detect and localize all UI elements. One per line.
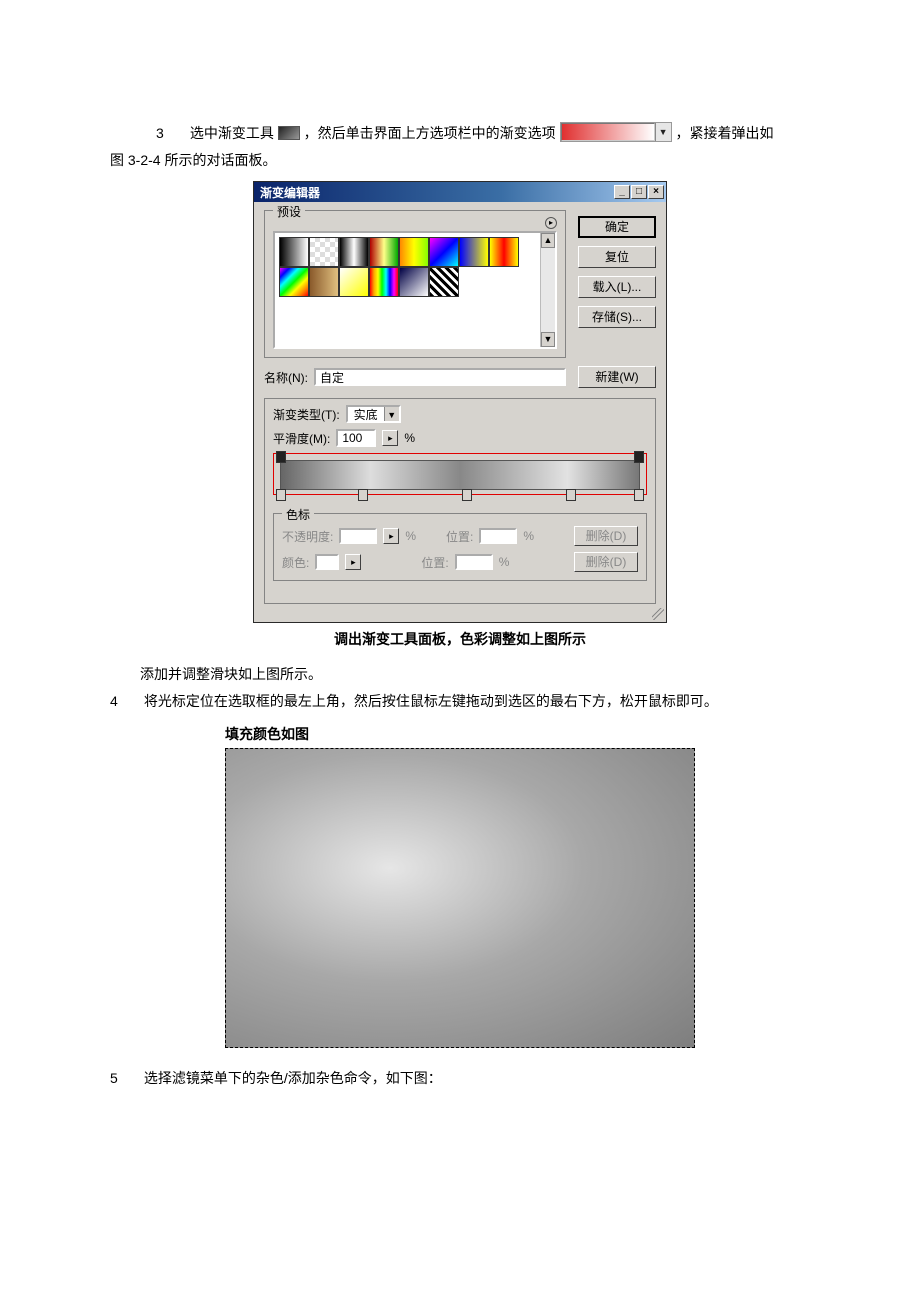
step-3-text-b: ，然后单击界面上方选项栏中的渐变选项 <box>304 125 556 141</box>
preset-swatch[interactable] <box>339 237 369 267</box>
delete-color-stop-button[interactable]: 删除(D) <box>574 552 638 572</box>
position-label-1: 位置: <box>446 528 473 545</box>
resize-grip-icon[interactable] <box>652 608 664 620</box>
preset-swatch[interactable] <box>399 267 429 297</box>
opacity-stepper-icon[interactable]: ▸ <box>383 528 399 544</box>
step-5-text: 选择滤镜菜单下的杂色/添加杂色命令，如下图： <box>144 1070 442 1086</box>
figure-caption-1: 调出渐变工具面板，色彩调整如上图所示 <box>110 629 810 649</box>
color-stop[interactable] <box>276 489 286 501</box>
presets-scrollbar[interactable]: ▲ ▼ <box>540 233 555 347</box>
opacity-stop[interactable] <box>276 451 286 463</box>
new-button[interactable]: 新建(W) <box>578 366 656 388</box>
gradient-type-select[interactable]: 实底 ▼ <box>346 405 401 423</box>
preset-swatch[interactable] <box>279 267 309 297</box>
step-4-paragraph: 4 将光标定位在选取框的最左上角，然后按住鼠标左键拖动到选区的最右下方，松开鼠标… <box>110 688 810 715</box>
load-button[interactable]: 载入(L)... <box>578 276 656 298</box>
gradient-ramp[interactable] <box>280 460 640 490</box>
save-button[interactable]: 存储(S)... <box>578 306 656 328</box>
gradient-type-label: 渐变类型(T): <box>273 406 340 423</box>
color-stop[interactable] <box>634 489 644 501</box>
preset-swatch[interactable] <box>429 237 459 267</box>
filled-selection-figure <box>225 748 695 1048</box>
name-label: 名称(N): <box>264 369 308 386</box>
preset-swatch[interactable] <box>489 237 519 267</box>
smoothness-label: 平滑度(M): <box>273 430 330 447</box>
preset-swatch[interactable] <box>309 267 339 297</box>
delete-opacity-stop-button[interactable]: 删除(D) <box>574 526 638 546</box>
fill-figure-title: 填充颜色如图 <box>225 724 695 744</box>
opacity-position-input[interactable] <box>479 528 517 544</box>
step-3-text-c: ，紧接着弹出如 <box>675 125 773 141</box>
gradient-option-swatch[interactable]: ▼ <box>560 122 672 142</box>
minimize-button[interactable]: _ <box>614 185 630 199</box>
smoothness-stepper-icon[interactable]: ▸ <box>382 430 398 446</box>
presets-legend: 预设 <box>273 203 305 220</box>
preset-swatch[interactable] <box>309 237 339 267</box>
step-3-number: 3 <box>156 120 186 147</box>
preset-swatch[interactable] <box>369 267 399 297</box>
preset-swatch[interactable] <box>429 267 459 297</box>
scroll-up-icon[interactable]: ▲ <box>541 233 555 248</box>
color-stop[interactable] <box>566 489 576 501</box>
ok-button[interactable]: 确定 <box>578 216 656 238</box>
color-stop[interactable] <box>358 489 368 501</box>
smoothness-unit: % <box>404 431 415 445</box>
color-picker-icon[interactable]: ▸ <box>345 554 361 570</box>
gradient-name-input[interactable] <box>314 368 566 386</box>
step-5-paragraph: 5 选择滤镜菜单下的杂色/添加杂色命令，如下图： <box>110 1065 810 1092</box>
close-button[interactable]: × <box>648 185 664 199</box>
step-3-line2: 图 3-2-4 所示的对话面板。 <box>110 147 810 174</box>
maximize-button[interactable]: □ <box>631 185 647 199</box>
preset-swatch[interactable] <box>279 237 309 267</box>
stops-legend: 色标 <box>282 506 314 523</box>
color-swatch-input[interactable] <box>315 554 339 570</box>
dialog-titlebar[interactable]: 渐变编辑器 _ □ × <box>254 182 666 202</box>
step-5-number: 5 <box>110 1065 140 1092</box>
reset-button[interactable]: 复位 <box>578 246 656 268</box>
presets-flyout-icon[interactable]: ▸ <box>545 217 557 229</box>
chevron-down-icon[interactable]: ▼ <box>384 407 399 421</box>
gradient-ramp-editor[interactable] <box>273 453 647 495</box>
gradient-preview-icon <box>561 123 655 141</box>
step-3-text-a: 选中渐变工具 <box>190 125 274 141</box>
after-caption-text: 添加并调整滑块如上图所示。 <box>110 661 810 688</box>
gradient-editor-dialog: 渐变编辑器 _ □ × 确定 复位 载入(L)... 存储(S)... <box>253 181 667 623</box>
position-label-2: 位置: <box>421 554 448 571</box>
dialog-title: 渐变编辑器 <box>260 184 320 201</box>
preset-swatch[interactable] <box>339 267 369 297</box>
step-4-number: 4 <box>110 688 140 715</box>
color-stop[interactable] <box>462 489 472 501</box>
opacity-input[interactable] <box>339 528 377 544</box>
step-4-text: 将光标定位在选取框的最左上角，然后按住鼠标左键拖动到选区的最右下方，松开鼠标即可… <box>144 693 718 709</box>
preset-swatch[interactable] <box>399 237 429 267</box>
preset-swatch[interactable] <box>369 237 399 267</box>
step-3-paragraph: 3 选中渐变工具 ，然后单击界面上方选项栏中的渐变选项 ▼ ，紧接着弹出如 <box>110 120 810 147</box>
scroll-down-icon[interactable]: ▼ <box>541 332 555 347</box>
opacity-stop[interactable] <box>634 451 644 463</box>
presets-list[interactable]: ▲ ▼ <box>273 231 557 349</box>
preset-swatch[interactable] <box>459 237 489 267</box>
dropdown-arrow-icon[interactable]: ▼ <box>655 123 671 141</box>
color-position-input[interactable] <box>455 554 493 570</box>
gradient-tool-icon <box>278 126 300 140</box>
opacity-label: 不透明度: <box>282 528 333 545</box>
smoothness-input[interactable] <box>336 429 376 447</box>
color-label: 颜色: <box>282 554 309 571</box>
